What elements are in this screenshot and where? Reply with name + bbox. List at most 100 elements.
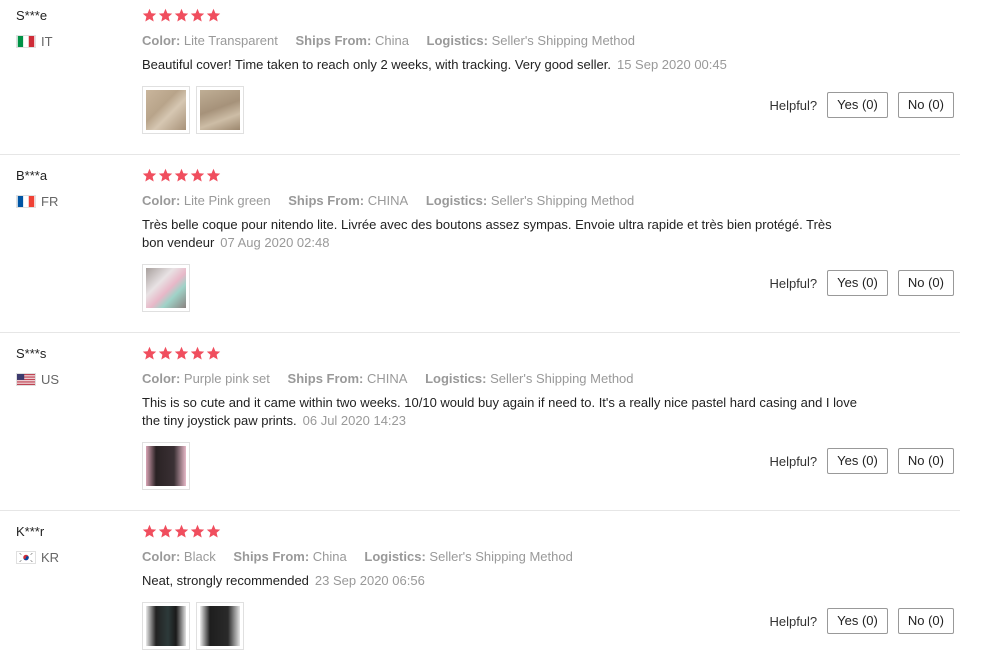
review-text: Beautiful cover! Time taken to reach onl…	[142, 56, 882, 74]
helpful-label: Helpful?	[769, 97, 818, 113]
color-value: Purple pink set	[183, 371, 270, 386]
star-rating	[142, 524, 882, 540]
star-icon	[142, 168, 157, 183]
italy-flag-icon	[16, 34, 36, 48]
reviewer-country: IT	[16, 33, 53, 49]
logistics-value: Seller's Shipping Method	[490, 193, 635, 208]
star-icon	[190, 524, 205, 539]
reviewer-info: K***r KR	[16, 524, 59, 565]
star-icon	[174, 168, 189, 183]
ships-from-value: CHINA	[367, 193, 409, 208]
helpful-label: Helpful?	[769, 613, 818, 629]
review-attributes: Color: Lite Pink green Ships From: CHINA…	[142, 192, 882, 210]
helpful-yes-button[interactable]: Yes (0)	[827, 608, 888, 634]
review-attributes: Color: Purple pink set Ships From: CHINA…	[142, 370, 882, 388]
review-body: This is so cute and it came within two w…	[142, 395, 857, 428]
star-rating	[142, 346, 882, 362]
korea-flag-icon	[16, 550, 36, 564]
review-date: 23 Sep 2020 06:56	[314, 573, 425, 588]
review-body: Neat, strongly recommended	[142, 573, 309, 588]
star-icon	[158, 8, 173, 23]
reviewer-name: B***a	[16, 168, 48, 183]
color-label: Color:	[142, 371, 181, 386]
star-rating	[142, 8, 882, 24]
star-icon	[190, 168, 205, 183]
review-item: S***s US Color: Purple pink set Ships Fr…	[0, 346, 960, 511]
helpful-vote: Helpful? Yes (0) No (0)	[769, 270, 954, 296]
ships-from-value: China	[312, 549, 347, 564]
color-label: Color:	[142, 193, 181, 208]
helpful-no-button[interactable]: No (0)	[897, 92, 954, 118]
helpful-vote: Helpful? Yes (0) No (0)	[769, 92, 954, 118]
review-attributes: Color: Lite Transparent Ships From: Chin…	[142, 32, 882, 50]
review-text: Neat, strongly recommended 23 Sep 2020 06…	[142, 572, 882, 590]
reviewer-name: S***s	[16, 346, 47, 361]
country-code: KR	[41, 549, 60, 565]
helpful-yes-button[interactable]: Yes (0)	[827, 448, 888, 474]
review-attributes: Color: Black Ships From: China Logistics…	[142, 548, 882, 566]
color-value: Lite Transparent	[183, 33, 278, 48]
country-code: FR	[41, 193, 59, 209]
reviewer-country: KR	[16, 549, 59, 565]
star-icon	[158, 168, 173, 183]
helpful-yes-button[interactable]: Yes (0)	[827, 92, 888, 118]
ships-from-label: Ships From:	[287, 371, 364, 386]
star-icon	[142, 524, 157, 539]
star-icon	[190, 8, 205, 23]
star-rating	[142, 168, 882, 184]
ships-from-label: Ships From:	[295, 33, 372, 48]
helpful-no-button[interactable]: No (0)	[897, 448, 954, 474]
review-text: Très belle coque pour nitendo lite. Livr…	[142, 216, 842, 252]
reviewer-country: US	[16, 371, 59, 387]
review-photo-thumbnail[interactable]	[142, 602, 190, 650]
review-date: 07 Aug 2020 02:48	[220, 235, 330, 250]
star-icon	[190, 346, 205, 361]
review-item: K***r KR Color: Black Ships From: China …	[0, 524, 960, 666]
review-photo-thumbnail[interactable]	[142, 86, 190, 134]
helpful-yes-button[interactable]: Yes (0)	[827, 270, 888, 296]
logistics-value: Seller's Shipping Method	[490, 371, 634, 386]
color-value: Lite Pink green	[183, 193, 271, 208]
france-flag-icon	[16, 194, 36, 208]
logistics-label: Logistics:	[364, 549, 426, 564]
star-icon	[206, 524, 221, 539]
reviewer-info: S***s US	[16, 346, 59, 387]
logistics-label: Logistics:	[425, 371, 487, 386]
star-icon	[206, 346, 221, 361]
helpful-vote: Helpful? Yes (0) No (0)	[769, 448, 954, 474]
star-icon	[206, 8, 221, 23]
review-date: 15 Sep 2020 00:45	[616, 57, 727, 72]
reviewer-country: FR	[16, 193, 58, 209]
review-body: Beautiful cover! Time taken to reach onl…	[142, 57, 611, 72]
logistics-value: Seller's Shipping Method	[491, 33, 635, 48]
reviewer-name: K***r	[16, 524, 45, 539]
review-item: B***a FR Color: Lite Pink green Ships Fr…	[0, 168, 960, 333]
reviewer-name: S***e	[16, 8, 48, 23]
review-text: This is so cute and it came within two w…	[142, 394, 867, 430]
color-label: Color:	[142, 33, 181, 48]
helpful-vote: Helpful? Yes (0) No (0)	[769, 608, 954, 634]
star-icon	[142, 346, 157, 361]
star-icon	[174, 8, 189, 23]
ships-from-label: Ships From:	[233, 549, 310, 564]
ships-from-label: Ships From:	[288, 193, 365, 208]
country-code: US	[41, 371, 60, 387]
review-photo-thumbnail[interactable]	[142, 442, 190, 490]
star-icon	[158, 346, 173, 361]
logistics-label: Logistics:	[425, 193, 488, 208]
color-value: Black	[183, 549, 216, 564]
review-photo-thumbnail[interactable]	[196, 602, 244, 650]
star-icon	[206, 168, 221, 183]
helpful-no-button[interactable]: No (0)	[897, 270, 954, 296]
helpful-no-button[interactable]: No (0)	[897, 608, 954, 634]
ships-from-value: CHINA	[367, 371, 408, 386]
star-icon	[158, 524, 173, 539]
country-code: IT	[41, 33, 53, 49]
star-icon	[142, 8, 157, 23]
star-icon	[174, 524, 189, 539]
review-date: 06 Jul 2020 14:23	[302, 413, 406, 428]
review-photo-thumbnail[interactable]	[196, 86, 244, 134]
reviewer-info: B***a FR	[16, 168, 58, 209]
review-photo-thumbnail[interactable]	[142, 264, 190, 312]
star-icon	[174, 346, 189, 361]
